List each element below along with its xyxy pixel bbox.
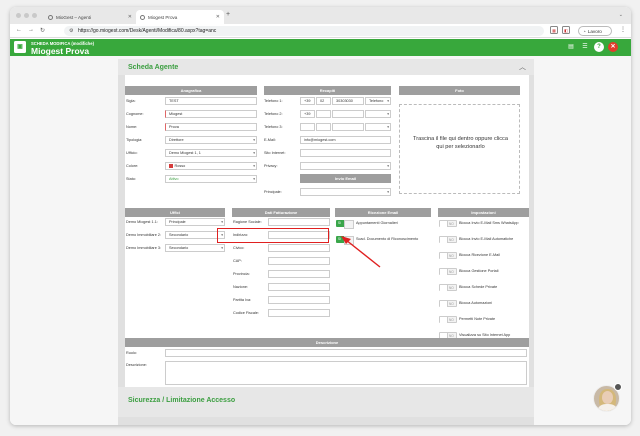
avatar-body — [598, 404, 617, 411]
avatar-status-icon — [614, 383, 622, 391]
avatar-face — [602, 391, 613, 404]
annotation-arrow — [341, 236, 381, 268]
browser-window: MioGest – Agenti ✕ Miogest Prova ✕ + ⌄ ←… — [10, 7, 631, 425]
